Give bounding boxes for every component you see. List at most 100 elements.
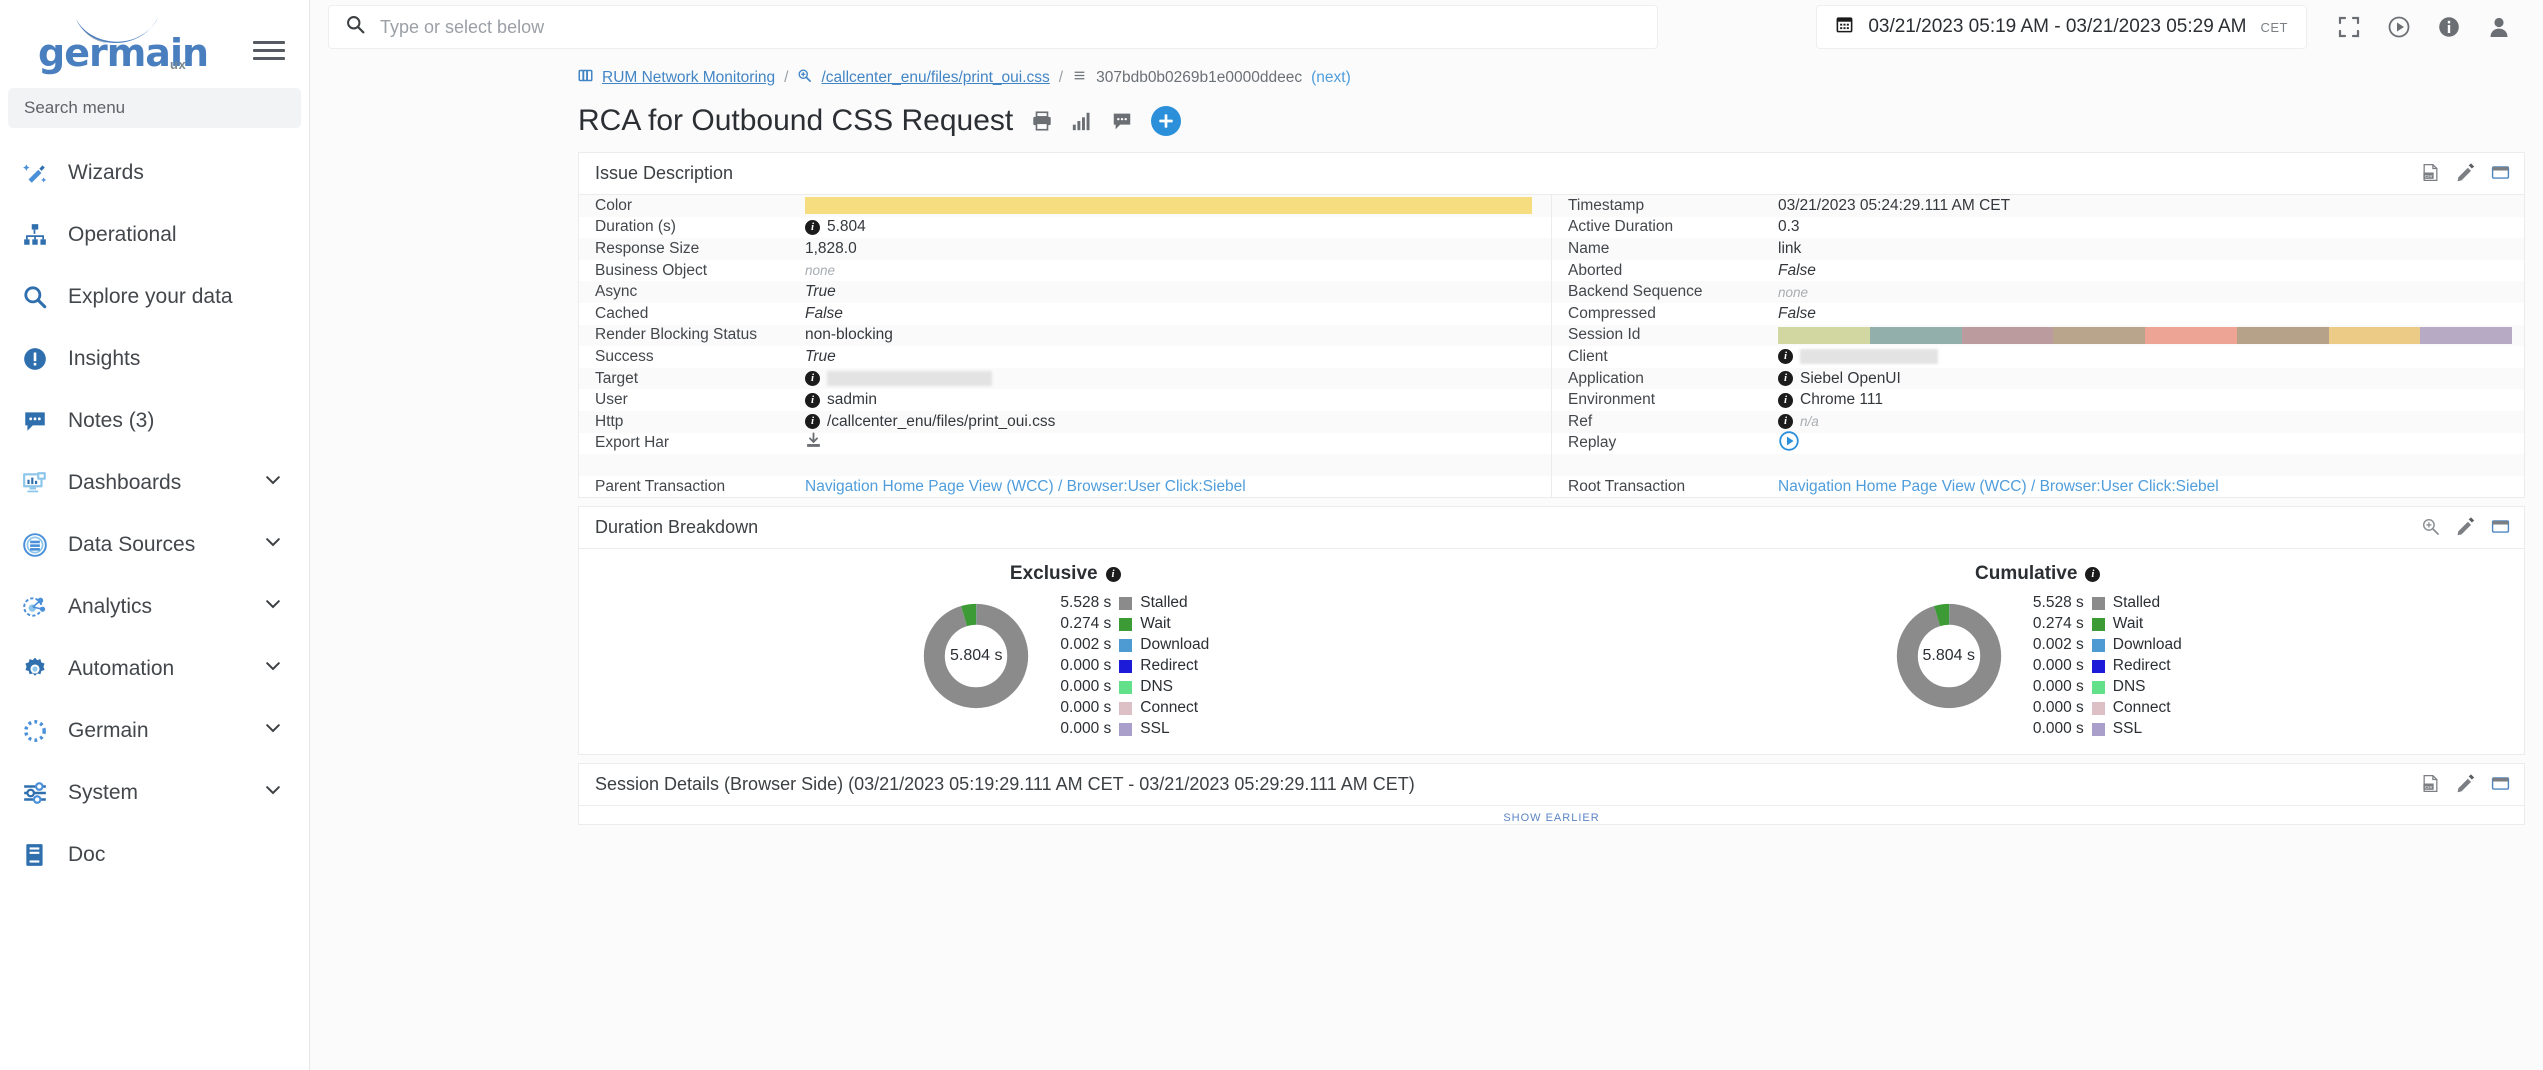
legend-value: 0.000 s: [1057, 699, 1111, 717]
sidebar-item-label: Operational: [68, 223, 177, 247]
fullscreen-icon[interactable]: [2337, 15, 2361, 39]
table-row: Duration (s) i5.804: [579, 217, 1551, 239]
breadcrumb-item-rum[interactable]: RUM Network Monitoring: [602, 69, 775, 87]
menu-toggle-icon[interactable]: [253, 36, 285, 65]
info-icon[interactable]: i: [1778, 371, 1793, 386]
legend-value: 0.274 s: [2030, 615, 2084, 633]
germain-logo[interactable]: germain ux: [22, 13, 202, 75]
global-search[interactable]: [328, 5, 1658, 49]
info-icon[interactable]: i: [805, 371, 820, 386]
sidebar-item-dashboards[interactable]: Dashboards: [0, 452, 309, 514]
info-icon[interactable]: i: [805, 393, 820, 408]
row-value: isadmin: [805, 391, 1551, 409]
issue-description-table: Color Duration (s) i5.804 Response Size …: [579, 195, 2524, 497]
panel-header: Duration Breakdown: [579, 507, 2524, 549]
play-circle-icon[interactable]: [1778, 430, 1800, 457]
menu-search[interactable]: [8, 88, 301, 128]
donut-chart[interactable]: 5.804 s: [921, 601, 1031, 711]
session-color-segment: [2420, 327, 2512, 344]
logo-subtext: ux: [170, 57, 186, 72]
chevron-down-icon[interactable]: [263, 657, 283, 682]
sidebar-item-explore-your-data[interactable]: Explore your data: [0, 266, 309, 328]
bar-chart-icon[interactable]: [1071, 110, 1093, 132]
window-icon[interactable]: [2491, 774, 2510, 793]
legend-swatch: [1119, 723, 1132, 736]
info-icon[interactable]: i: [1778, 349, 1793, 364]
session-color-segment: [2237, 327, 2329, 344]
user-avatar-icon[interactable]: [2487, 15, 2511, 39]
chevron-down-icon[interactable]: [263, 471, 283, 496]
search-input[interactable]: [378, 16, 1641, 39]
parent-transaction-link[interactable]: Navigation Home Page View (WCC) / Browse…: [805, 478, 1551, 496]
play-circle-icon[interactable]: [2387, 15, 2411, 39]
sidebar-item-wizards[interactable]: Wizards: [0, 142, 309, 204]
sidebar-item-label: System: [68, 781, 138, 805]
info-icon[interactable]: i: [1778, 393, 1793, 408]
chevron-down-icon[interactable]: [263, 781, 283, 806]
window-icon[interactable]: [2491, 163, 2510, 182]
add-plus-button[interactable]: [1151, 106, 1181, 136]
window-icon[interactable]: [2491, 517, 2510, 536]
root-transaction-link[interactable]: Navigation Home Page View (WCC) / Browse…: [1778, 478, 2524, 496]
info-circle-icon[interactable]: [2437, 15, 2461, 39]
row-value: True: [805, 283, 1551, 301]
sidebar-item-germain[interactable]: Germain: [0, 700, 309, 762]
topbar-icons: [2321, 15, 2525, 39]
menu-search-input[interactable]: [22, 97, 287, 119]
sidebar-item-analytics[interactable]: Analytics: [0, 576, 309, 638]
kv-column-left: Color Duration (s) i5.804 Response Size …: [579, 195, 1552, 497]
table-row: Success True: [579, 346, 1551, 368]
row-key: Duration (s): [579, 218, 805, 236]
legend-value: 0.000 s: [2030, 720, 2084, 738]
show-earlier-link[interactable]: SHOW EARLIER: [579, 806, 2524, 824]
sidebar-item-insights[interactable]: Insights: [0, 328, 309, 390]
sidebar-item-operational[interactable]: Operational: [0, 204, 309, 266]
donut-chart[interactable]: 5.804 s: [1894, 601, 2004, 711]
legend-item: 0.000 sConnect: [2030, 699, 2182, 717]
date-range-picker[interactable]: 03/21/2023 05:19 AM - 03/21/2023 05:29 A…: [1816, 5, 2307, 49]
magic-wand-icon: [22, 160, 68, 186]
row-key: Business Object: [579, 262, 805, 280]
chevron-down-icon[interactable]: [263, 533, 283, 558]
info-icon[interactable]: i: [805, 220, 820, 235]
info-icon[interactable]: i: [805, 414, 820, 429]
comment-icon[interactable]: [1111, 110, 1133, 132]
edit-pencil-icon[interactable]: [2456, 163, 2475, 182]
row-value: False: [1778, 305, 2524, 323]
legend-item: 0.000 sRedirect: [1057, 657, 1209, 675]
chevron-down-icon[interactable]: [263, 719, 283, 744]
session-color-segment: [2329, 327, 2421, 344]
csv-export-icon[interactable]: csv: [2421, 774, 2440, 793]
row-key: Export Har: [579, 434, 805, 452]
table-row: Session Id: [1552, 325, 2524, 347]
legend-item: 5.528 sStalled: [1057, 594, 1209, 612]
info-icon[interactable]: i: [1778, 414, 1793, 429]
edit-pencil-icon[interactable]: [2456, 774, 2475, 793]
edit-pencil-icon[interactable]: [2456, 517, 2475, 536]
main-area: 03/21/2023 05:19 AM - 03/21/2023 05:29 A…: [310, 0, 2543, 1070]
legend-swatch: [1119, 681, 1132, 694]
logo-row: germain ux: [0, 0, 309, 88]
table-row: Http i/callcenter_enu/files/print_oui.cs…: [579, 411, 1551, 433]
sidebar-item-notes[interactable]: Notes (3): [0, 390, 309, 452]
exclusive-chart: Exclusive i 5.804 s: [579, 563, 1552, 738]
table-row: Timestamp 03/21/2023 05:24:29.111 AM CET: [1552, 195, 2524, 217]
sidebar-item-system[interactable]: System: [0, 762, 309, 824]
download-icon[interactable]: [805, 432, 822, 454]
print-icon[interactable]: [1031, 110, 1053, 132]
zoom-in-icon[interactable]: [2421, 517, 2440, 536]
chevron-down-icon[interactable]: [263, 595, 283, 620]
sidebar-item-data-sources[interactable]: Data Sources: [0, 514, 309, 576]
sidebar-item-doc[interactable]: Doc: [0, 824, 309, 886]
legend-label: Connect: [2113, 699, 2171, 717]
row-key: Replay: [1552, 434, 1778, 452]
breadcrumb-next-link[interactable]: (next): [1311, 69, 1351, 87]
info-icon[interactable]: i: [1106, 567, 1121, 582]
chart-body: 5.804 s 5.528 sStalled 0.274 sWait 0.002…: [1894, 591, 2182, 738]
sidebar-item-automation[interactable]: Automation: [0, 638, 309, 700]
breadcrumb-item-file[interactable]: /callcenter_enu/files/print_oui.css: [821, 69, 1049, 87]
chart-legend: 5.528 sStalled 0.274 sWait 0.002 sDownlo…: [2030, 591, 2182, 738]
info-icon[interactable]: i: [2085, 567, 2100, 582]
row-value: 1,828.0: [805, 240, 1551, 258]
csv-export-icon[interactable]: csv: [2421, 163, 2440, 182]
